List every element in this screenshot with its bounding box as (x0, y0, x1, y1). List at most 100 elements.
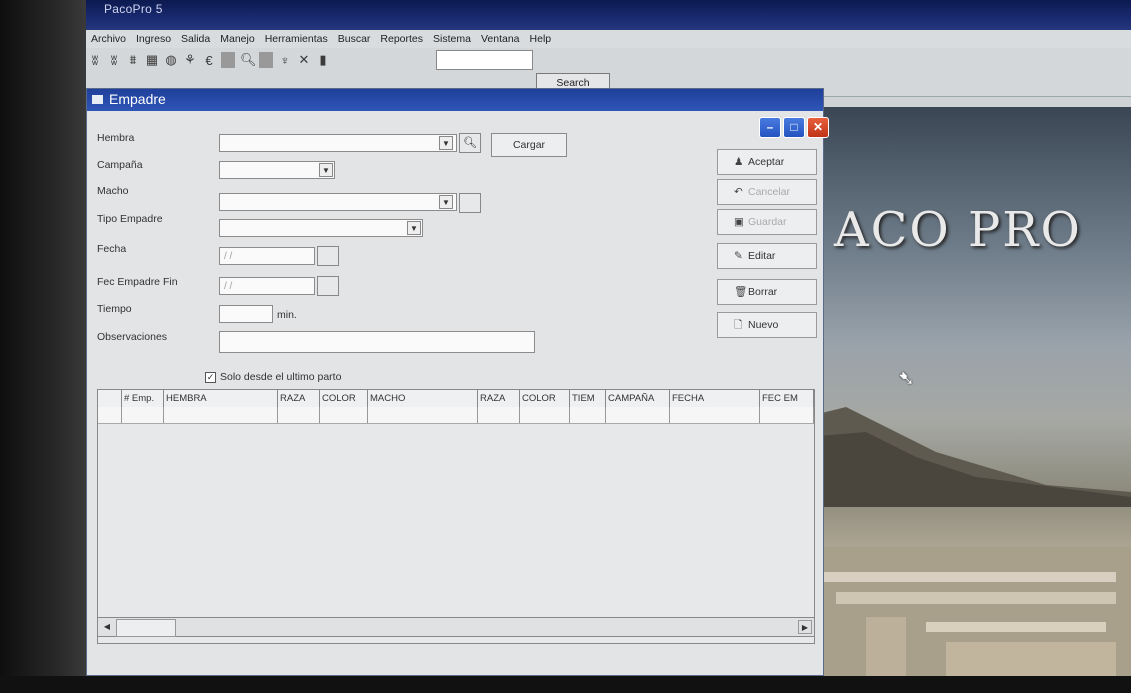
grid-icon[interactable]: ▦ (145, 52, 159, 68)
fec-fin-calendar-button[interactable] (317, 276, 339, 296)
menu-buscar[interactable]: Buscar (333, 33, 376, 45)
borrar-button[interactable]: 🗑︎Borrar (717, 279, 817, 305)
table-row[interactable] (98, 407, 814, 424)
menu-bar: Archivo Ingreso Salida Manejo Herramient… (86, 30, 1131, 48)
grid-row-selector-header (98, 390, 122, 407)
fecha-input[interactable]: / / (219, 247, 315, 265)
col-fecha[interactable]: FECHA (670, 390, 760, 407)
toolbar-search-input[interactable] (436, 50, 533, 70)
bar-icon[interactable]: ▮ (316, 52, 330, 68)
tipo-empadre-label: Tipo Empadre (97, 213, 163, 225)
menu-ventana[interactable]: Ventana (476, 33, 525, 45)
tipo-empadre-dropdown-icon[interactable]: ▼ (407, 221, 421, 235)
toolbar-separator (221, 52, 235, 68)
cancelar-label: Cancelar (748, 186, 791, 198)
trash-icon: 🗑︎ (734, 286, 748, 298)
hembra-dropdown-icon[interactable]: ▼ (439, 136, 453, 150)
mountain-image (806, 407, 1131, 507)
tipo-empadre-combo[interactable] (219, 219, 423, 237)
col-fec-em[interactable]: FEC EM (760, 390, 814, 407)
screen: PacoPro 5 Archivo Ingreso Salida Manejo … (86, 0, 1131, 676)
menu-salida[interactable]: Salida (176, 33, 215, 45)
macho-lookup-button[interactable] (459, 193, 481, 213)
fec-empadre-fin-label: Fec Empadre Fin (97, 276, 178, 288)
menu-ingreso[interactable]: Ingreso (131, 33, 176, 45)
empadre-window: Empadre – □ ✕ Hembra ▼ 🔍︎ Cargar Campaña… (86, 88, 829, 676)
new-document-icon: 🗋︎ (734, 319, 743, 331)
scroll-right-icon[interactable]: ▶ (798, 620, 812, 634)
aceptar-button[interactable]: ♟ Aceptar (717, 149, 817, 175)
scroll-left-icon[interactable]: ◀ (100, 620, 114, 634)
guardar-button[interactable]: ▣ Guardar (717, 209, 817, 235)
save-icon: ▣ (734, 216, 744, 228)
brand-text: ACO PRO (834, 202, 1082, 258)
col-color-2[interactable]: COLOR (520, 390, 570, 407)
tool-2-icon[interactable]: ʬ (107, 53, 121, 68)
menu-help[interactable]: Help (525, 33, 557, 45)
monitor-bezel-bottom (0, 676, 1131, 693)
toolbar-separator (259, 52, 273, 68)
campana-dropdown-icon[interactable]: ▼ (319, 163, 333, 177)
col-macho[interactable]: MACHO (368, 390, 478, 407)
hembra-combo[interactable] (219, 134, 457, 152)
close-x-icon[interactable]: ✕ (297, 52, 311, 68)
col-raza-2[interactable]: RAZA (478, 390, 520, 407)
menu-archivo[interactable]: Archivo (86, 33, 131, 45)
aceptar-label: Aceptar (748, 156, 785, 168)
tool-9-icon[interactable]: ♆ (278, 53, 292, 68)
close-button[interactable]: ✕ (807, 117, 829, 138)
col-hembra[interactable]: HEMBRA (164, 390, 278, 407)
macho-label: Macho (97, 185, 129, 197)
cargar-button[interactable]: Cargar (491, 133, 567, 157)
observaciones-label: Observaciones (97, 331, 168, 343)
app-titlebar: PacoPro 5 (86, 0, 1131, 30)
hembra-label: Hembra (97, 132, 135, 144)
macho-dropdown-icon[interactable]: ▼ (439, 195, 453, 209)
macho-combo[interactable] (219, 193, 457, 211)
guardar-label: Guardar (748, 216, 787, 228)
search-icon: 🔍︎ (463, 137, 477, 149)
fecha-calendar-button[interactable] (317, 246, 339, 266)
col-campana[interactable]: CAMPAÑA (606, 390, 670, 407)
tiempo-label: Tiempo (97, 303, 132, 315)
nuevo-label: Nuevo (748, 319, 779, 331)
col-tiempo[interactable]: TIEM (570, 390, 606, 407)
grid-horizontal-scrollbar[interactable]: ◀ ▶ (97, 617, 815, 637)
cancelar-button[interactable]: ↶ Cancelar (717, 179, 817, 205)
checkbox-label: Solo desde el ultimo parto (220, 371, 342, 383)
globe-icon[interactable]: ◍ (164, 52, 178, 68)
desktop-background: ACO PRO (806, 107, 1131, 676)
menu-manejo[interactable]: Manejo (215, 33, 259, 45)
scroll-thumb[interactable] (116, 619, 176, 637)
menu-reportes[interactable]: Reportes (375, 33, 428, 45)
col-raza-1[interactable]: RAZA (278, 390, 320, 407)
search-icon[interactable]: 🔍︎ (240, 52, 257, 68)
window-icon (92, 95, 103, 104)
fecha-label: Fecha (97, 243, 127, 255)
currency-icon[interactable]: € (202, 53, 216, 68)
window-title: Empadre (109, 91, 166, 107)
editar-button[interactable]: ✎ Editar (717, 243, 817, 269)
campana-label: Campaña (97, 159, 143, 171)
hembra-search-button[interactable]: 🔍︎ (459, 133, 481, 153)
minimize-button[interactable]: – (759, 117, 781, 138)
col-color-1[interactable]: COLOR (320, 390, 368, 407)
tiempo-input[interactable] (219, 305, 273, 323)
checkbox-check-icon[interactable]: ✓ (205, 371, 216, 383)
editar-label: Editar (748, 250, 776, 262)
window-titlebar: Empadre (87, 89, 823, 111)
menu-herramientas[interactable]: Herramientas (260, 33, 333, 45)
col-emp[interactable]: # Emp. (122, 390, 164, 407)
fec-empadre-fin-input[interactable]: / / (219, 277, 315, 295)
solo-ultimo-parto-checkbox[interactable]: ✓ Solo desde el ultimo parto (205, 371, 341, 383)
campana-combo[interactable] (219, 161, 335, 179)
observaciones-input[interactable] (219, 331, 535, 353)
maximize-button[interactable]: □ (783, 117, 805, 138)
tool-6-icon[interactable]: ⚘ (183, 52, 197, 68)
nuevo-button[interactable]: 🗋︎ Nuevo (717, 312, 817, 338)
tool-3-icon[interactable]: ⩩ (126, 52, 140, 68)
tool-1-icon[interactable]: ʬ (88, 53, 102, 68)
menu-sistema[interactable]: Sistema (428, 33, 476, 45)
empadre-grid[interactable]: # Emp. HEMBRA RAZA COLOR MACHO RAZA COLO… (97, 389, 815, 644)
corral-image (806, 547, 1131, 676)
